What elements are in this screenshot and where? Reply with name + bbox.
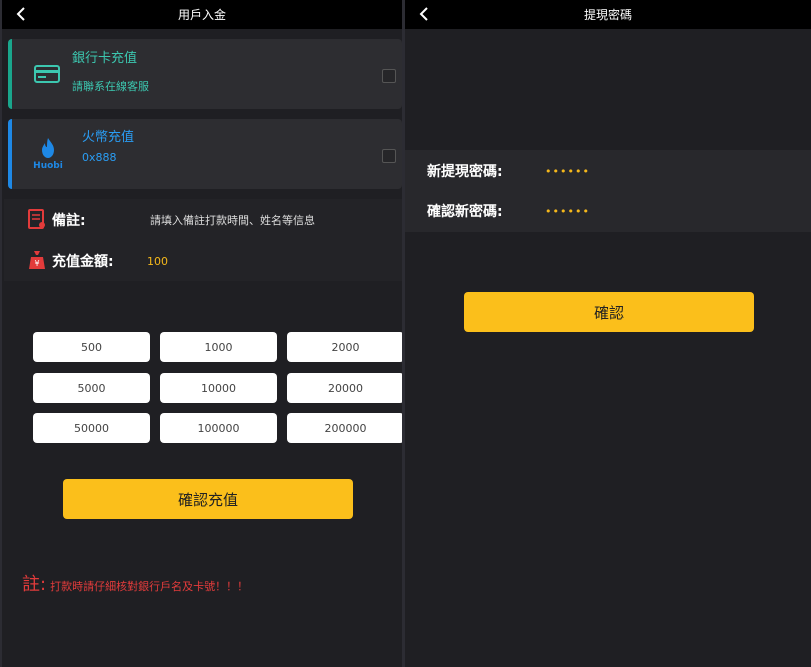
confirm-password-row: 確認新密碼: •••••• [405,191,811,231]
bank-card-method[interactable]: 銀行卡充值 請聯系在線客服 [8,39,402,109]
amount-option[interactable]: 20000 [287,373,402,403]
amount-option[interactable]: 2000 [287,332,402,362]
back-arrow-icon[interactable] [14,6,30,22]
method-select-checkbox[interactable] [382,149,396,163]
page-title: 用戶入金 [177,8,226,22]
deposit-header: 用戶入金 [2,0,402,29]
remark-row: 備註: 請填入備註打款時間、姓名等信息 [4,200,402,240]
method-accent-bar [8,39,12,109]
amount-label: 充值金額: [52,254,114,270]
huobi-logo-icon: Huobi [28,137,68,177]
new-password-row: 新提現密碼: •••••• [405,151,811,191]
amount-option[interactable]: 10000 [160,373,277,403]
deposit-form: 備註: 請填入備註打款時間、姓名等信息 ¥ 充值金額: 100 [4,199,402,281]
warning-note: 註: 打款時請仔細核對銀行戶名及卡號！！！ [22,570,248,596]
method-select-checkbox[interactable] [382,69,396,83]
withdraw-password-screen: 提現密碼 新提現密碼: •••••• 確認新密碼: •••••• 確認 [405,0,811,667]
confirm-password-button[interactable]: 確認 [464,292,754,332]
bank-card-icon [34,65,60,83]
password-header: 提現密碼 [405,0,811,29]
method-subtitle: 請聯系在線客服 [72,80,149,93]
remark-label: 備註: [52,213,86,229]
huobi-method[interactable]: Huobi 火幣充值 0x888 [8,119,402,189]
password-form: 新提現密碼: •••••• 確認新密碼: •••••• [405,150,811,232]
amount-input[interactable]: 100 [147,255,168,268]
amount-option[interactable]: 1000 [160,332,277,362]
amount-row: ¥ 充值金額: 100 [4,241,402,281]
amount-option[interactable]: 50000 [33,413,150,443]
amount-option[interactable]: 500 [33,332,150,362]
new-password-label: 新提現密碼: [427,164,503,180]
confirm-password-input[interactable]: •••••• [545,205,590,218]
screenshot-stage: 用戶入金 銀行卡充值 請聯系在線客服 Huobi 火幣充值 0x888 備註: … [0,0,811,667]
new-password-input[interactable]: •••••• [545,165,590,178]
deposit-screen: 用戶入金 銀行卡充值 請聯系在線客服 Huobi 火幣充值 0x888 備註: … [2,0,402,667]
money-bag-icon: ¥ [29,251,45,269]
flame-icon [42,138,54,158]
page-title: 提現密碼 [583,8,632,22]
method-name: 火幣充值 [82,130,135,145]
amount-option[interactable]: 5000 [33,373,150,403]
remark-input[interactable]: 請填入備註打款時間、姓名等信息 [150,212,315,228]
method-name: 銀行卡充值 [72,51,138,66]
note-text: 打款時請仔細核對銀行戶名及卡號！！！ [50,580,249,593]
back-arrow-icon[interactable] [417,6,433,22]
method-accent-bar [8,119,12,189]
note-prefix: 註: [22,574,47,595]
huobi-logo-text: Huobi [33,161,63,171]
confirm-password-label: 確認新密碼: [427,204,503,220]
method-subtitle: 0x888 [82,151,117,164]
svg-text:¥: ¥ [34,259,39,268]
amount-option[interactable]: 100000 [160,413,277,443]
confirm-deposit-button[interactable]: 確認充值 [63,479,353,519]
amount-option[interactable]: 200000 [287,413,402,443]
remark-note-icon [28,209,45,229]
